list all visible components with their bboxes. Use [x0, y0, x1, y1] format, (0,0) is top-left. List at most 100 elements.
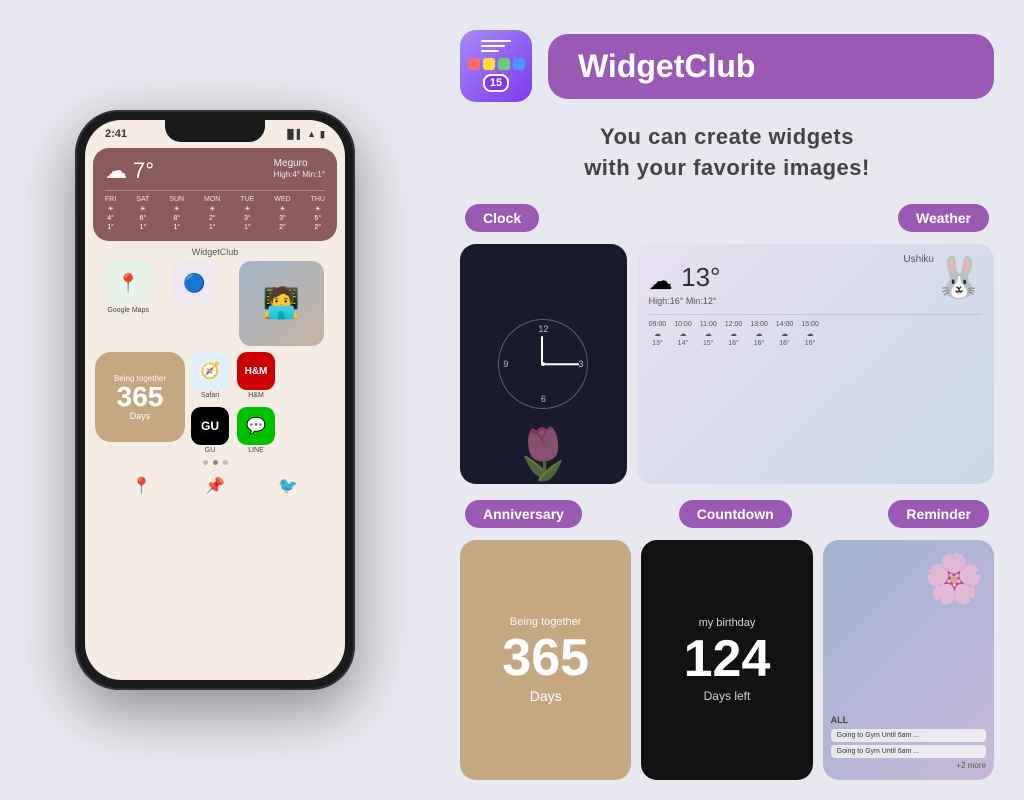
forecast-day-sun: SUN ☀ 8° 1°	[169, 196, 184, 231]
reminder-flowers: 🌸	[833, 550, 984, 607]
hm-icon: H&M	[237, 352, 275, 390]
together-widget: Being together 365 Days	[95, 352, 185, 442]
weather-preview-cloud-icon: ☁	[649, 267, 673, 296]
weather-preview-temp: 13°	[681, 262, 720, 292]
logo-dot-blue	[513, 58, 525, 70]
safari-label: Safari	[201, 392, 219, 399]
app-row-3: GU GU 💬 LINE	[191, 407, 275, 454]
dock-icon-3[interactable]: 🐦	[273, 471, 303, 501]
logo-lines	[481, 40, 511, 52]
hm-label: H&M	[248, 392, 264, 399]
clock-hour-hand	[541, 336, 543, 364]
safari-app[interactable]: 🧭 Safari	[191, 352, 229, 399]
logo-dots	[468, 58, 525, 70]
cd-label: my birthday	[699, 617, 756, 629]
cd-unit: Days left	[704, 689, 751, 703]
gu-label: GU	[205, 447, 216, 454]
clock-face: 12 3 6 9	[498, 319, 588, 409]
category-anniversary[interactable]: Anniversary	[465, 500, 582, 528]
maps-label: Google Maps	[107, 307, 149, 314]
category-countdown[interactable]: Countdown	[679, 500, 792, 528]
reminder-header: ALL	[831, 715, 986, 725]
unknown-app[interactable]: 🔵	[172, 261, 216, 346]
gu-icon: GU	[191, 407, 229, 445]
clock-num-12: 12	[538, 324, 548, 334]
together-label: Being together	[114, 374, 166, 383]
reminder-more: +2 more	[831, 761, 986, 770]
weather-preview-forecast: 09:00 ☁ 13° 10:00 ☁ 14° 11:00 ☁ 15° 12:0…	[649, 314, 982, 347]
app-name-header: WidgetClub	[548, 34, 994, 99]
dot-3	[223, 460, 228, 465]
gu-app[interactable]: GU GU	[191, 407, 229, 454]
wifi-icon: ▲	[307, 129, 316, 139]
maps-app[interactable]: 📍 Google Maps	[106, 261, 150, 346]
tagline-line1: You can create widgets	[460, 122, 994, 153]
line-icon: 💬	[237, 407, 275, 445]
countdown-widget-preview: my birthday 124 Days left	[641, 540, 812, 780]
logo-line-2	[481, 45, 505, 47]
app-header: 15 WidgetClub	[460, 30, 994, 102]
hm-app[interactable]: H&M H&M	[237, 352, 275, 399]
categories-row-2: Anniversary Countdown Reminder	[460, 500, 994, 528]
forecast-p-1: 09:00 ☁ 13°	[649, 321, 667, 347]
weather-preview-location: Ushiku	[903, 254, 934, 265]
logo-number: 15	[483, 74, 509, 92]
page-dots	[85, 460, 345, 465]
line-label: LINE	[248, 447, 264, 454]
clock-num-3: 3	[578, 359, 583, 369]
phone-weather-forecast: FRI ☀ 4° 1° SAT ☀ 6° 1° SUN ☀ 8°	[105, 190, 325, 231]
logo-dot-yellow	[483, 58, 495, 70]
safari-icon: 🧭	[191, 352, 229, 390]
logo-dot-red	[468, 58, 480, 70]
category-reminder[interactable]: Reminder	[888, 500, 989, 528]
logo-line-3	[481, 50, 499, 52]
logo-line-1	[481, 40, 511, 42]
clock-num-9: 9	[503, 359, 508, 369]
unknown-icon: 🔵	[172, 261, 216, 305]
widgets-row-2: Being together 365 Days my birthday 124 …	[460, 540, 994, 780]
forecast-p-2: 10:00 ☁ 14°	[674, 321, 692, 347]
dot-2	[213, 460, 218, 465]
category-weather[interactable]: Weather	[898, 204, 989, 232]
phone-weather-temp: 7°	[133, 158, 154, 184]
right-panel: 15 WidgetClub You can create widgets wit…	[430, 0, 1024, 800]
forecast-p-4: 12:00 ☁ 16°	[725, 321, 743, 347]
ann-number: 365	[502, 632, 589, 684]
app-row-2: 🧭 Safari H&M H&M	[191, 352, 275, 399]
right-apps: 🧭 Safari H&M H&M GU GU	[191, 352, 275, 454]
app-logo: 15	[460, 30, 532, 102]
reminder-item-1: Going to Gym Until 6am ...	[831, 729, 986, 742]
phone-notch	[165, 120, 265, 142]
clock-minute-hand	[543, 363, 579, 365]
weather-preview-minmax: High:16° Min:12°	[649, 296, 982, 306]
category-clock[interactable]: Clock	[465, 204, 539, 232]
phone-weather-minmax: High:4° Min:1°	[274, 170, 325, 179]
dock-icon-2[interactable]: 📌	[200, 471, 230, 501]
phone-screen: 2:41 ▐▌▌ ▲ ▮ ☁ 7° Meguro	[85, 120, 345, 680]
status-time: 2:41	[105, 128, 127, 140]
bunny-decoration: 🐰	[934, 254, 984, 301]
phone-weather-location: Meguro	[274, 158, 325, 169]
tagline-area: You can create widgets with your favorit…	[460, 122, 994, 184]
dot-1	[203, 460, 208, 465]
line-app[interactable]: 💬 LINE	[237, 407, 275, 454]
forecast-day-mon: MON ☀ 2° 1°	[204, 196, 220, 231]
forecast-p-6: 14:00 ☁ 16°	[776, 321, 794, 347]
bottom-dock: 📍 📌 🐦	[85, 471, 345, 501]
forecast-day-tue: TUE ☀ 3° 1°	[240, 196, 254, 231]
reminder-item-2: Going to Gym Until 6am ...	[831, 745, 986, 758]
forecast-p-5: 13:00 ☁ 16°	[750, 321, 768, 347]
ann-unit: Days	[530, 688, 562, 704]
widgets-row-1: 12 3 6 9 🌷 🐰 Ushiku ☁ 13° High:16° Min:1	[460, 244, 994, 484]
phone-device: 2:41 ▐▌▌ ▲ ▮ ☁ 7° Meguro	[75, 110, 355, 690]
together-unit: Days	[130, 411, 151, 421]
app-row-1: 📍 Google Maps 🔵 🧑‍💻	[85, 261, 345, 346]
forecast-day-wed: WED ☀ 3° 2°	[274, 196, 290, 231]
cd-number: 124	[684, 633, 771, 685]
dock-icon-1[interactable]: 📍	[127, 471, 157, 501]
clock-face-container: 12 3 6 9	[498, 319, 588, 409]
widgetclub-label: WidgetClub	[85, 247, 345, 257]
logo-dot-green	[498, 58, 510, 70]
maps-icon: 📍	[106, 261, 150, 305]
battery-icon: ▮	[320, 129, 325, 140]
